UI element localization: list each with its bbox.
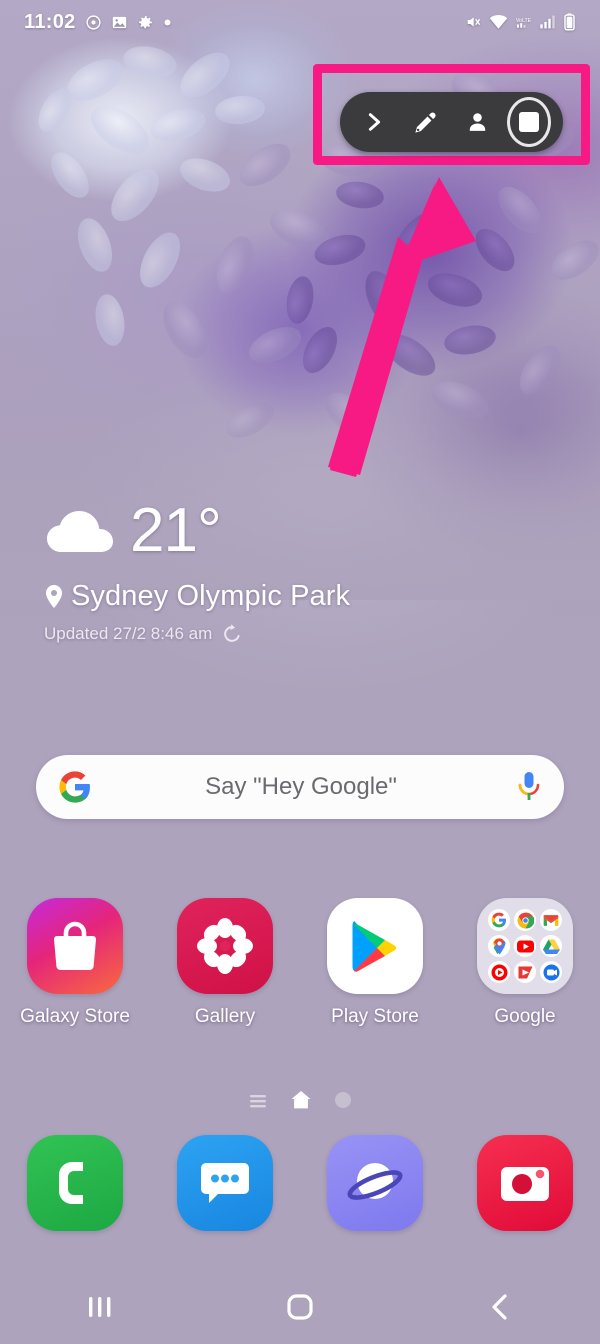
app-grid: Galaxy Store Gallery Play Store Google (0, 898, 600, 1028)
lines-page-icon[interactable] (248, 1092, 268, 1108)
app-label: Google (494, 1006, 556, 1027)
dock-messages[interactable] (177, 1135, 273, 1231)
back-chevron-icon (492, 1294, 507, 1320)
flower-icon (197, 918, 253, 974)
planet-icon (347, 1163, 403, 1200)
recorder-stop-button[interactable] (507, 97, 552, 147)
gallery-icon (177, 898, 273, 994)
mute-icon (467, 17, 481, 27)
annotation-arrow (328, 177, 476, 477)
pencil-icon (415, 112, 436, 133)
signal-icon (540, 15, 555, 29)
dock-camera[interactable] (477, 1135, 573, 1231)
home-square-icon (287, 1294, 313, 1320)
weather-updated-row: Updated 27/2 8:46 am (44, 623, 514, 645)
nav-home-button[interactable] (245, 1270, 355, 1344)
shopping-bag-icon (53, 921, 97, 970)
weather-temperature: 21° (130, 496, 222, 565)
weather-widget[interactable]: 21° Sydney Olympic Park Updated 27/2 8:4… (44, 500, 514, 645)
location-pin-icon (46, 584, 62, 608)
status-bar: 11:02 VoLTE (0, 0, 600, 44)
weather-location-row: Sydney Olympic Park (44, 580, 514, 613)
page-indicator (0, 1086, 600, 1114)
google-folder-icon (477, 898, 573, 994)
navigation-bar (0, 1270, 600, 1344)
recorder-selfie-button[interactable] (455, 100, 499, 144)
recorder-expand-button[interactable] (352, 100, 396, 144)
recents-icon (89, 1297, 111, 1317)
dot-page-icon[interactable] (334, 1091, 352, 1109)
google-g-icon (59, 771, 90, 803)
dock-phone[interactable] (27, 1135, 123, 1231)
play-store-icon (327, 898, 423, 994)
search-placeholder-text: Say "Hey Google" (205, 773, 397, 800)
dock (0, 1135, 600, 1231)
stop-square-icon (519, 112, 540, 132)
folder-app-maps-icon (488, 935, 510, 957)
recorder-draw-button[interactable] (404, 100, 448, 144)
nav-back-button[interactable] (445, 1270, 555, 1344)
phone-icon (59, 1162, 83, 1204)
chevron-right-icon (368, 113, 380, 131)
person-icon (469, 112, 486, 131)
folder-app-chrome-icon (514, 909, 536, 931)
dock-internet[interactable] (327, 1135, 423, 1231)
app-google-folder[interactable]: Google (457, 898, 593, 1028)
nav-recents-button[interactable] (45, 1270, 155, 1344)
status-bar-right: VoLTE (464, 13, 576, 31)
image-icon (112, 16, 126, 28)
chat-bubble-icon (201, 1163, 249, 1203)
screen-recorder-toolbar[interactable] (340, 92, 563, 152)
app-play-store[interactable]: Play Store (307, 898, 443, 1028)
folder-app-google-icon (488, 909, 510, 931)
battery-icon (564, 13, 575, 31)
volte-icon: VoLTE (516, 17, 532, 28)
folder-app-duo-icon (540, 961, 562, 983)
status-bar-left: 11:02 (24, 11, 172, 34)
microphone-icon[interactable] (516, 770, 542, 804)
cloud-icon (47, 511, 113, 552)
weather-location-text: Sydney Olympic Park (71, 580, 351, 612)
status-clock: 11:02 (24, 10, 76, 33)
app-label: Gallery (194, 1006, 256, 1027)
home-page-icon[interactable] (290, 1090, 312, 1110)
app-galaxy-store[interactable]: Galaxy Store (7, 898, 143, 1028)
folder-app-drive-icon (540, 935, 562, 957)
weather-main-row: 21° (44, 500, 514, 562)
galaxy-store-icon (27, 898, 123, 994)
folder-app-play-movies-icon (514, 961, 536, 983)
stop-button-ring (507, 97, 552, 147)
wifi-icon (489, 15, 508, 29)
dot-icon (164, 19, 171, 25)
google-search-bar[interactable]: Say "Hey Google" (36, 755, 564, 819)
folder-app-youtube-icon (514, 935, 536, 957)
folder-app-gmail-icon (540, 909, 562, 931)
gear-icon (138, 15, 152, 28)
app-label: Galaxy Store (20, 1006, 130, 1027)
folder-app-youtube-music-icon (488, 961, 510, 983)
app-gallery[interactable]: Gallery (157, 898, 293, 1028)
camera-icon (501, 1167, 549, 1201)
app-label: Play Store (331, 1006, 419, 1027)
eye-icon (85, 14, 101, 30)
refresh-icon[interactable] (221, 623, 243, 645)
weather-updated-text: Updated 27/2 8:46 am (44, 624, 213, 643)
svg-text:VoLTE: VoLTE (516, 17, 532, 23)
play-triangle-icon (352, 921, 397, 972)
